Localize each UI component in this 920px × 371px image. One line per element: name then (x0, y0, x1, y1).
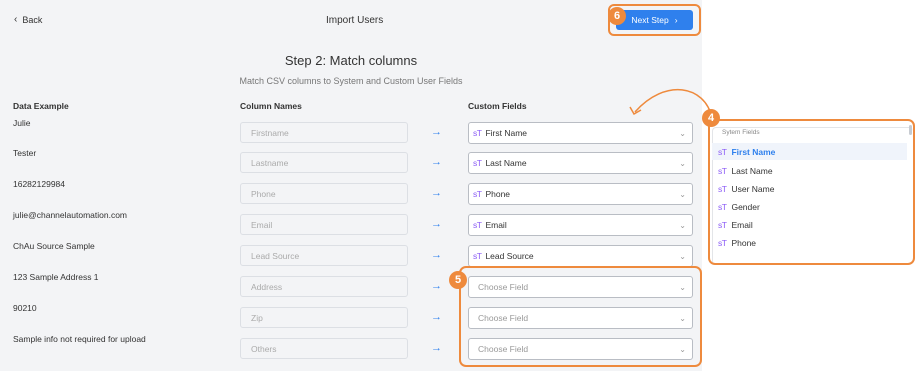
custom-field-select[interactable]: sT Last Name ⌄ (468, 152, 693, 174)
step-subtitle: Match CSV columns to System and Custom U… (239, 76, 463, 86)
next-step-label: Next Step (631, 15, 669, 25)
data-example-cell: 90210 (13, 303, 37, 313)
dropdown-option[interactable]: sT Gender (712, 198, 907, 215)
column-name-field: Email (240, 214, 408, 235)
dropdown-option-label: Email (731, 219, 753, 230)
column-name-field: Firstname (240, 122, 408, 143)
dropdown-scrollbar[interactable] (909, 125, 912, 135)
arrow-right-icon: → (431, 126, 442, 138)
arrow-right-icon: → (431, 280, 442, 292)
column-name-field: Zip (240, 307, 408, 328)
field-type-icon: sT (718, 146, 727, 157)
chevron-down-icon: ⌄ (679, 159, 686, 168)
field-type-icon: sT (473, 189, 482, 199)
chevron-left-icon: ‹ (14, 14, 18, 25)
arrow-right-icon: → (431, 156, 442, 168)
header-data-example: Data Example (13, 101, 69, 111)
chevron-down-icon: ⌄ (679, 129, 686, 138)
dropdown-option[interactable]: sT Phone (712, 234, 907, 251)
dropdown-option[interactable]: sT User Name (712, 180, 907, 197)
custom-field-label: Phone (485, 189, 511, 199)
field-type-icon: sT (473, 251, 482, 261)
table-row: Tester Lastname → sT Last Name ⌄ (0, 148, 702, 174)
back-button[interactable]: ‹ Back (14, 14, 43, 26)
dropdown-option[interactable]: sT First Name (712, 143, 907, 160)
import-panel: ‹ Back Import Users Next Step › 6 Step 2… (0, 0, 702, 371)
custom-field-select[interactable]: sT Email ⌄ (468, 214, 693, 236)
arrow-right-icon: → (431, 311, 442, 323)
step-title: Step 2: Match columns (284, 53, 418, 68)
header-custom-fields: Custom Fields (468, 101, 527, 111)
dropdown-heading: Sytem Fields (722, 129, 760, 136)
custom-field-select[interactable]: sT Lead Source ⌄ (468, 245, 693, 267)
arrow-right-icon: → (431, 187, 442, 199)
step-badge-6: 6 (608, 7, 626, 25)
field-type-icon: sT (718, 183, 727, 194)
data-example-cell: Sample info not required for upload (13, 334, 146, 344)
dropdown-option[interactable]: sT Last Name (712, 162, 907, 179)
back-label: Back (22, 15, 43, 25)
system-fields-dropdown[interactable]: Sytem Fields sT First Name sT Last Name sT Us… (708, 119, 915, 265)
column-name-field: Address (240, 276, 408, 297)
dropdown-option-label: User Name (731, 183, 775, 194)
table-row: ChAu Source Sample Lead Source → sT Lead Sou… (0, 241, 702, 267)
step-badge-4: 4 (702, 109, 720, 127)
arrow-right-icon: → (431, 218, 442, 230)
data-example-cell: Julie (13, 118, 31, 128)
chevron-right-icon: › (674, 15, 678, 25)
dropdown-option[interactable]: sT Email (712, 216, 907, 233)
dropdown-option-label: Phone (731, 237, 757, 248)
column-name-field: Lastname (240, 152, 408, 173)
field-type-icon: sT (473, 220, 482, 230)
dropdown-option-label: Gender (731, 201, 760, 212)
data-example-cell: 123 Sample Address 1 (13, 272, 99, 282)
arrow-right-icon: → (431, 342, 442, 354)
table-row: 16282129984 Phone → sT Phone ⌄ (0, 179, 702, 205)
custom-field-label: Last Name (485, 158, 527, 168)
next-step-button[interactable]: Next Step › (616, 10, 693, 30)
field-type-icon: sT (473, 158, 482, 168)
field-type-icon: sT (718, 237, 727, 248)
chevron-down-icon: ⌄ (679, 190, 686, 199)
dropdown-option-label: Last Name (731, 165, 773, 176)
column-name-field: Phone (240, 183, 408, 204)
column-name-field: Lead Source (240, 245, 408, 266)
custom-field-label: Email (485, 220, 507, 230)
step-badge-5: 5 (449, 271, 467, 289)
unmapped-fields-highlight (459, 266, 702, 367)
field-type-icon: sT (718, 219, 727, 230)
field-type-icon: sT (718, 201, 727, 212)
custom-field-label: Lead Source (485, 251, 534, 261)
arrow-right-icon: → (431, 249, 442, 261)
custom-field-label: First Name (485, 128, 528, 138)
data-example-cell: ChAu Source Sample (13, 241, 95, 251)
column-name-field: Others (240, 338, 408, 359)
dropdown-option-label: First Name (731, 146, 776, 157)
data-example-cell: 16282129984 (13, 179, 66, 189)
table-row: Julie Firstname → sT First Name ⌄ (0, 118, 702, 144)
chevron-down-icon: ⌄ (679, 252, 686, 261)
chevron-down-icon: ⌄ (679, 221, 686, 230)
field-type-icon: sT (473, 128, 482, 138)
table-row: julie@channelautomation.com Email → sT Email… (0, 210, 702, 236)
data-example-cell: Tester (13, 148, 37, 158)
header-column-names: Column Names (240, 101, 302, 111)
data-example-cell: julie@channelautomation.com (13, 210, 127, 220)
field-type-icon: sT (718, 165, 727, 176)
page-title: Import Users (326, 15, 384, 26)
custom-field-select[interactable]: sT Phone ⌄ (468, 183, 693, 205)
